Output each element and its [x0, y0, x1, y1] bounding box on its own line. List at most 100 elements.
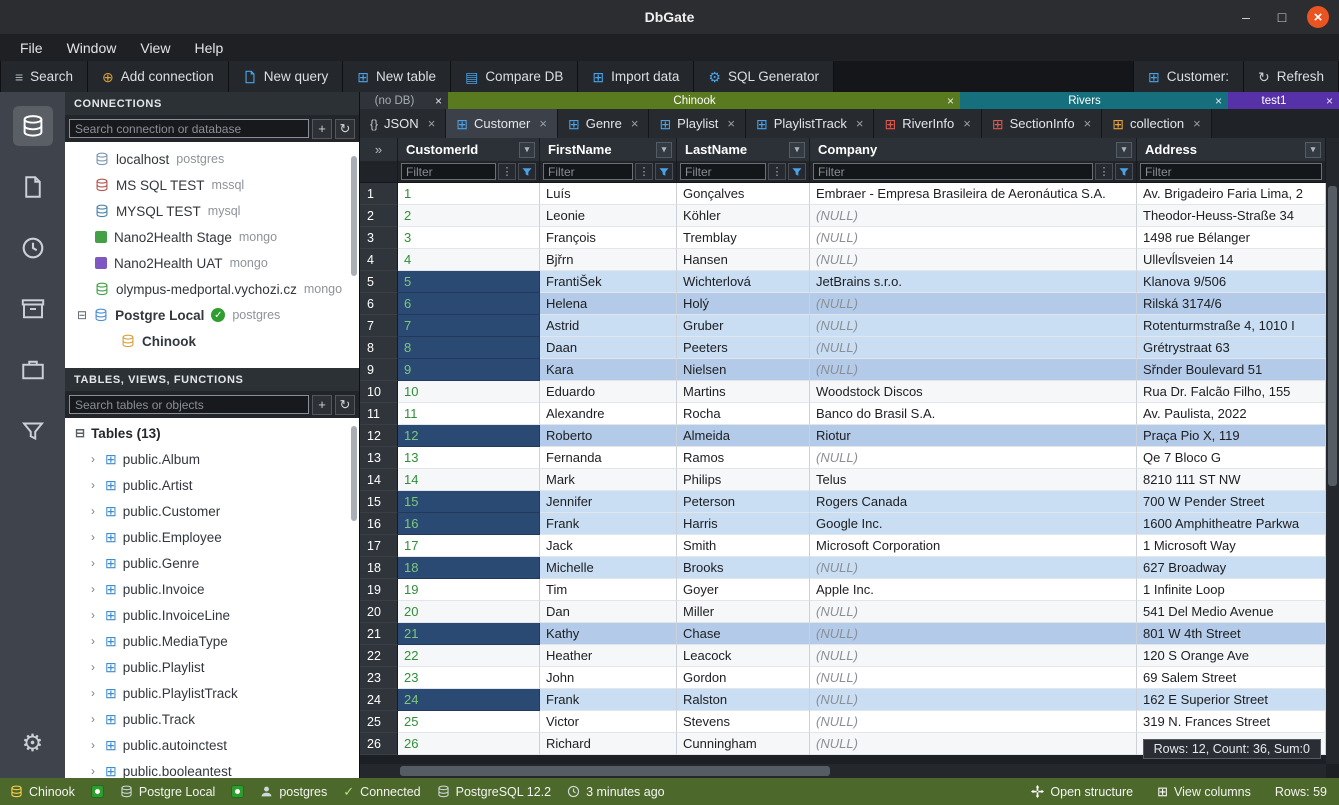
- table-row[interactable]: 1515JenniferPetersonRogers Canada700 W P…: [360, 491, 1326, 513]
- cell-address[interactable]: Qe 7 Bloco G: [1137, 447, 1326, 469]
- close-icon[interactable]: ×: [1084, 116, 1092, 131]
- cell-firstname[interactable]: Kara: [540, 359, 677, 381]
- connection-item-ms-sql-test[interactable]: MS SQL TESTmssql: [65, 172, 359, 198]
- table-row[interactable]: 44BjřrnHansen(NULL)Ullevĺlsveien 14: [360, 249, 1326, 271]
- cell-firstname[interactable]: Victor: [540, 711, 677, 733]
- cell-firstname[interactable]: Helena: [540, 293, 677, 315]
- column-dropdown-button[interactable]: ▾: [1305, 142, 1321, 158]
- tab-customer[interactable]: ⊞Customer×: [446, 109, 558, 138]
- tab-json[interactable]: {}JSON×: [360, 109, 446, 138]
- cell-lastname[interactable]: Gonçalves: [677, 183, 810, 205]
- cell-firstname[interactable]: Roberto: [540, 425, 677, 447]
- table-item-public-genre[interactable]: ›⊞public.Genre: [65, 550, 359, 576]
- cell-lastname[interactable]: Almeida: [677, 425, 810, 447]
- db-group-rivers[interactable]: Rivers×: [960, 92, 1228, 109]
- close-button[interactable]: ×: [1307, 6, 1329, 28]
- cell-company[interactable]: (NULL): [810, 557, 1137, 579]
- filter-input-customerid[interactable]: [401, 163, 496, 180]
- cell-lastname[interactable]: Philips: [677, 469, 810, 491]
- cell-address[interactable]: 1 Microsoft Way: [1137, 535, 1326, 557]
- cell-company[interactable]: Telus: [810, 469, 1137, 491]
- cell-firstname[interactable]: Bjřrn: [540, 249, 677, 271]
- cell-firstname[interactable]: Heather: [540, 645, 677, 667]
- cell-customerid[interactable]: 10: [398, 381, 540, 403]
- cell-address[interactable]: Sřnder Boulevard 51: [1137, 359, 1326, 381]
- cell-lastname[interactable]: Martins: [677, 381, 810, 403]
- row-number[interactable]: 24: [360, 689, 398, 711]
- cell-customerid[interactable]: 19: [398, 579, 540, 601]
- cell-lastname[interactable]: Goyer: [677, 579, 810, 601]
- filter-menu-button[interactable]: ⋮: [768, 163, 786, 180]
- cell-customerid[interactable]: 16: [398, 513, 540, 535]
- cell-lastname[interactable]: Hansen: [677, 249, 810, 271]
- column-header-lastname[interactable]: LastName▾: [677, 138, 810, 161]
- cell-customerid[interactable]: 13: [398, 447, 540, 469]
- cell-firstname[interactable]: Leonie: [540, 205, 677, 227]
- cell-company[interactable]: (NULL): [810, 447, 1137, 469]
- cell-lastname[interactable]: Holý: [677, 293, 810, 315]
- filter-input-address[interactable]: [1140, 163, 1322, 180]
- filter-funnel-button[interactable]: [518, 163, 536, 180]
- collapse-icon[interactable]: ⊟: [77, 308, 87, 322]
- cell-address[interactable]: Av. Brigadeiro Faria Lima, 2: [1137, 183, 1326, 205]
- cell-firstname[interactable]: Jack: [540, 535, 677, 557]
- nav-files[interactable]: [13, 167, 53, 207]
- table-row[interactable]: 1010EduardoMartinsWoodstock DiscosRua Dr…: [360, 381, 1326, 403]
- cell-address[interactable]: 1498 rue Bélanger: [1137, 227, 1326, 249]
- table-item-public-employee[interactable]: ›⊞public.Employee: [65, 524, 359, 550]
- cell-lastname[interactable]: Smith: [677, 535, 810, 557]
- row-number[interactable]: 22: [360, 645, 398, 667]
- maximize-button[interactable]: □: [1271, 6, 1293, 28]
- horizontal-scrollbar[interactable]: [360, 764, 1326, 778]
- cell-firstname[interactable]: Luís: [540, 183, 677, 205]
- table-row[interactable]: 1717JackSmithMicrosoft Corporation1 Micr…: [360, 535, 1326, 557]
- vertical-scrollbar-thumb[interactable]: [1328, 186, 1337, 486]
- connection-item-mysql-test[interactable]: MYSQL TESTmysql: [65, 198, 359, 224]
- row-number[interactable]: 14: [360, 469, 398, 491]
- table-item-public-invoice[interactable]: ›⊞public.Invoice: [65, 576, 359, 602]
- cell-firstname[interactable]: François: [540, 227, 677, 249]
- cell-address[interactable]: Klanova 9/506: [1137, 271, 1326, 293]
- row-number[interactable]: 13: [360, 447, 398, 469]
- row-number[interactable]: 20: [360, 601, 398, 623]
- cell-lastname[interactable]: Brooks: [677, 557, 810, 579]
- toolbar-new-table-button[interactable]: ⊞New table: [343, 61, 451, 92]
- column-header-company[interactable]: Company▾: [810, 138, 1137, 161]
- table-row[interactable]: 2020DanMiller(NULL)541 Del Medio Avenue: [360, 601, 1326, 623]
- cell-company[interactable]: Embraer - Empresa Brasileira de Aeronáut…: [810, 183, 1137, 205]
- status-view-columns[interactable]: ⊞View columns: [1157, 785, 1251, 799]
- table-item-public-mediatype[interactable]: ›⊞public.MediaType: [65, 628, 359, 654]
- table-row[interactable]: 1313FernandaRamos(NULL)Qe 7 Bloco G: [360, 447, 1326, 469]
- row-number[interactable]: 21: [360, 623, 398, 645]
- toolbar-add-connection-button[interactable]: ⊕Add connection: [88, 61, 229, 92]
- table-row[interactable]: 22LeonieKöhler(NULL)Theodor-Heuss-Straße…: [360, 205, 1326, 227]
- cell-customerid[interactable]: 1: [398, 183, 540, 205]
- connection-item-nano2health-uat[interactable]: Nano2Health UATmongo: [65, 250, 359, 276]
- connection-item-nano2health-stage[interactable]: Nano2Health Stagemongo: [65, 224, 359, 250]
- row-number[interactable]: 8: [360, 337, 398, 359]
- close-icon[interactable]: ×: [1209, 94, 1228, 108]
- cell-address[interactable]: 319 N. Frances Street: [1137, 711, 1326, 733]
- tab-genre[interactable]: ⊞Genre×: [558, 109, 649, 138]
- tab-riverinfo[interactable]: ⊞RiverInfo×: [874, 109, 981, 138]
- nav-history[interactable]: [13, 228, 53, 268]
- table-item-public-autoinctest[interactable]: ›⊞public.autoinctest: [65, 732, 359, 758]
- cell-lastname[interactable]: Ramos: [677, 447, 810, 469]
- filter-funnel-button[interactable]: [655, 163, 673, 180]
- cell-customerid[interactable]: 5: [398, 271, 540, 293]
- nav-settings[interactable]: ⚙: [13, 724, 53, 764]
- menu-window[interactable]: Window: [57, 38, 127, 58]
- db-group-chinook[interactable]: Chinook×: [448, 92, 960, 109]
- cell-lastname[interactable]: Miller: [677, 601, 810, 623]
- table-item-public-artist[interactable]: ›⊞public.Artist: [65, 472, 359, 498]
- cell-address[interactable]: Theodor-Heuss-Straße 34: [1137, 205, 1326, 227]
- cell-customerid[interactable]: 26: [398, 733, 540, 755]
- table-row[interactable]: 77AstridGruber(NULL)Rotenturmstraße 4, 1…: [360, 315, 1326, 337]
- table-row[interactable]: 2424FrankRalston(NULL)162 E Superior Str…: [360, 689, 1326, 711]
- tab-playlist[interactable]: ⊞Playlist×: [649, 109, 746, 138]
- cell-company[interactable]: JetBrains s.r.o.: [810, 271, 1137, 293]
- connections-refresh-button[interactable]: ↻: [335, 119, 355, 139]
- tab-collection[interactable]: ⊞collection×: [1102, 109, 1212, 138]
- horizontal-scrollbar-thumb[interactable]: [400, 766, 830, 776]
- cell-customerid[interactable]: 18: [398, 557, 540, 579]
